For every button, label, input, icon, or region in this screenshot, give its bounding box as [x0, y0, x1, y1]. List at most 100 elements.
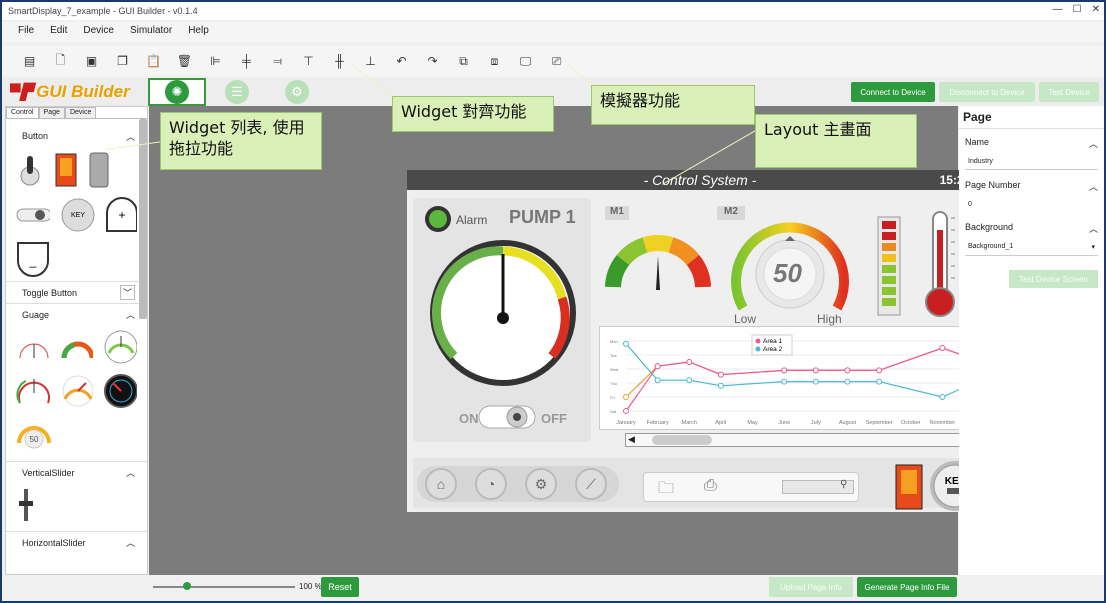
bring-front-icon[interactable]: ⧉	[448, 50, 479, 72]
widget-mode-icon: ✺	[165, 80, 189, 104]
connect-button[interactable]: Connect to Device	[851, 82, 935, 102]
menu-simulator[interactable]: Simulator	[122, 22, 180, 42]
background-value: Background_1	[968, 243, 1014, 250]
color-gauge-widget[interactable]	[60, 332, 94, 362]
pump-panel: Alarm PUMP 1 ON OFF	[413, 198, 591, 442]
tab-page[interactable]: Page	[38, 107, 65, 118]
chart-scrollbar[interactable]: ◀ ▶	[625, 433, 971, 447]
speed-gauge-widget[interactable]	[16, 373, 50, 409]
tab-device[interactable]: Device	[64, 107, 97, 118]
upload-page-info-button[interactable]: Upload Page Info	[769, 577, 853, 597]
mode-settings-button[interactable]: ⚙	[268, 78, 326, 106]
slide-toggle-widget[interactable]	[16, 205, 51, 225]
new-project-icon[interactable]: ▤	[14, 50, 45, 72]
chart-point-area-1	[686, 359, 693, 365]
close-icon[interactable]: ✕	[1092, 4, 1100, 15]
align-middle-icon[interactable]: ╫	[324, 50, 355, 72]
name-field[interactable]: Industry	[965, 154, 1098, 170]
menu-help[interactable]: Help	[180, 22, 217, 42]
align-left-icon[interactable]: ⊫	[200, 50, 231, 72]
alarm-label: Alarm	[456, 213, 488, 227]
rocker-switch-widget[interactable]	[895, 464, 923, 510]
mode-widget-button[interactable]: ✺	[148, 78, 206, 106]
page-number-section[interactable]: Page Number ︿	[959, 172, 1104, 195]
minimize-icon[interactable]: —	[1053, 4, 1063, 15]
generate-page-info-button[interactable]: Generate Page Info File	[857, 577, 957, 597]
rocker-button-widget[interactable]	[54, 152, 78, 188]
background-select[interactable]: Background_1 ▾	[965, 239, 1098, 256]
align-top-icon[interactable]: ⊤	[293, 50, 324, 72]
value-gauge-widget[interactable]: 50	[16, 417, 52, 453]
menu-device[interactable]: Device	[75, 22, 122, 42]
test-device-screen-button[interactable]: Test Device Screen	[1009, 270, 1098, 288]
vertical-slider-widget[interactable]	[16, 487, 36, 523]
copy-icon[interactable]: ❐	[107, 50, 138, 72]
chart-y-tick-label: Sat	[610, 409, 617, 414]
printer-icon[interactable]: ⎙	[704, 477, 717, 495]
align-bottom-icon[interactable]: ⊥	[355, 50, 386, 72]
orange-gauge-widget[interactable]	[60, 373, 94, 409]
menu-bar: File Edit Device Simulator Help	[2, 22, 1104, 42]
logo-mark-icon: ▀▛	[10, 84, 33, 101]
menu-edit[interactable]: Edit	[42, 22, 75, 42]
section-guage[interactable]: Guage ︿	[6, 303, 147, 325]
minus-button-widget[interactable]: _	[16, 241, 50, 277]
section-toggle-button[interactable]: Toggle Button ﹀	[6, 281, 147, 303]
m1-label: M1	[605, 206, 629, 220]
toggle-switch-widget[interactable]	[16, 152, 44, 188]
paste-icon[interactable]: 📋	[138, 50, 169, 72]
scroll-thumb[interactable]	[652, 435, 712, 445]
redo-icon[interactable]: ↷	[417, 50, 448, 72]
trend-chart-icon[interactable]: ⟋	[575, 468, 607, 500]
simulator-icon[interactable]: 🖵	[510, 50, 541, 72]
section-button[interactable]: Button ︿	[6, 125, 147, 147]
search-icon[interactable]: ⚲	[840, 479, 847, 490]
zoom-slider[interactable]	[153, 586, 295, 588]
page-number-field[interactable]: 0	[965, 197, 1098, 212]
disconnect-button[interactable]: Disconnect to Device	[939, 82, 1035, 102]
name-section[interactable]: Name ︿	[959, 129, 1104, 152]
delete-icon[interactable]: 🗑	[169, 50, 200, 72]
open-file-icon[interactable]: 🗋	[45, 50, 76, 72]
maximize-icon[interactable]: ☐	[1073, 4, 1082, 15]
simulator-device-icon[interactable]: ⎚	[541, 50, 572, 72]
pump-toggle-switch[interactable]	[477, 403, 537, 431]
chart-point-area-1	[844, 367, 851, 374]
name-label: Name	[965, 137, 990, 147]
folder-icon[interactable]: 🗀	[658, 477, 674, 504]
zoom-slider-thumb[interactable]	[183, 582, 191, 590]
settings-icon[interactable]: ⚙	[525, 468, 557, 500]
send-back-icon[interactable]: ⧈	[479, 50, 510, 72]
key-button-widget[interactable]: KEY	[60, 197, 95, 233]
device-screen[interactable]: - Control System -15:20 ▦ Alarm PUMP 1 O…	[407, 170, 993, 512]
mode-list-button[interactable]: ☰	[208, 78, 266, 106]
plus-button-widget[interactable]: +	[105, 197, 137, 233]
scroll-left-icon[interactable]: ◀	[628, 434, 635, 445]
background-section[interactable]: Background ︿	[959, 214, 1104, 237]
section-vertical-slider[interactable]: VerticalSlider ︿	[6, 461, 147, 483]
round-gauge-widget[interactable]	[103, 329, 138, 365]
test-device-button[interactable]: Test Device	[1039, 82, 1099, 102]
widget-scrollbar[interactable]	[139, 119, 147, 319]
align-center-icon[interactable]: ╪	[231, 50, 262, 72]
page-number-label: Page Number	[965, 180, 1021, 190]
dark-gauge-widget[interactable]	[103, 373, 138, 409]
menu-file[interactable]: File	[10, 22, 42, 42]
save-icon[interactable]: ▣	[76, 50, 107, 72]
home-icon[interactable]: ⌂	[425, 468, 457, 500]
chart-x-tick-label: January	[616, 420, 636, 426]
thin-gauge-widget[interactable]	[16, 332, 50, 362]
align-right-icon[interactable]: ⫤	[262, 50, 293, 72]
chart-x-tick-label: October	[901, 420, 921, 426]
gauge-icon[interactable]: ◔	[475, 468, 507, 500]
undo-icon[interactable]: ↶	[386, 50, 417, 72]
chart-point-area-1	[781, 367, 788, 374]
reset-button[interactable]: Reset	[321, 577, 359, 597]
tab-control[interactable]: Control	[6, 107, 39, 118]
section-horizontal-slider[interactable]: HorizontalSlider ︿	[6, 531, 147, 553]
chart-point-orange	[623, 394, 629, 400]
grey-button-widget[interactable]	[88, 151, 110, 189]
svg-text:_: _	[29, 254, 37, 268]
layout-canvas[interactable]: - Control System -15:20 ▦ Alarm PUMP 1 O…	[149, 106, 993, 575]
chart-legend-label: Area 2	[763, 346, 783, 353]
